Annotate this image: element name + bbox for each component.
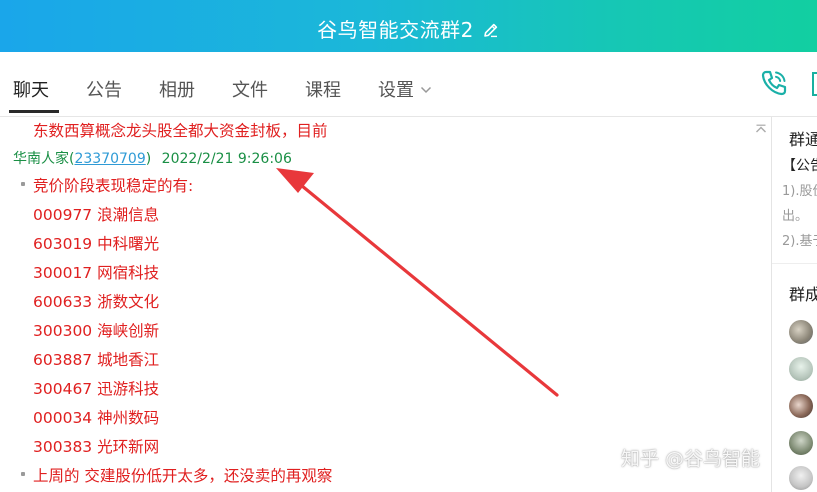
tab-album[interactable]: 相册 — [159, 76, 195, 102]
chat-message-area: 东数西算概念龙头股全都大资金封板，目前 华南人家(23370709) 2022/… — [0, 117, 770, 492]
tab-settings[interactable]: 设置 — [378, 76, 432, 102]
message-text: 东数西算概念龙头股全都大资金封板，目前 — [33, 122, 328, 140]
stock-line: 000977 浪潮信息 — [33, 206, 160, 224]
member-avatar[interactable] — [789, 357, 813, 381]
tab-courses[interactable]: 课程 — [305, 76, 341, 102]
member-avatar[interactable] — [789, 320, 813, 344]
message-timestamp: 2022/2/21 9:26:06 — [161, 151, 292, 167]
bullet-icon — [21, 182, 25, 186]
stock-line: 300467 迅游科技 — [33, 380, 160, 398]
bullet-icon — [21, 472, 25, 476]
message-header: 华南人家(23370709) 2022/2/21 9:26:06 — [13, 148, 292, 168]
group-name: 谷鸟智能交流群2 — [317, 18, 474, 42]
members-heading[interactable]: 群成 — [789, 281, 817, 305]
stock-line: 300383 光环新网 — [33, 438, 160, 456]
window-title: 谷鸟智能交流群2 — [0, 14, 817, 44]
member-avatar[interactable] — [789, 431, 813, 455]
stock-line: 300300 海峡创新 — [33, 322, 160, 340]
tab-announcement[interactable]: 公告 — [86, 76, 122, 102]
tab-files[interactable]: 文件 — [232, 76, 268, 102]
group-info-panel: 群通 【公告 1).股价 出。 2).基于 群成 — [772, 117, 817, 492]
member-avatar[interactable] — [789, 466, 813, 490]
notice-line: 1).股价 — [782, 184, 817, 199]
title-bar: 谷鸟智能交流群2 — [0, 0, 817, 52]
stock-line: 600633 浙数文化 — [33, 293, 160, 311]
watermark: 知乎 @谷鸟智能 — [621, 448, 761, 470]
notice-line: 2).基于 — [782, 234, 817, 249]
active-tab-indicator — [9, 110, 59, 113]
phone-icon[interactable] — [759, 68, 789, 102]
sidebar-toggle-icon[interactable] — [812, 72, 817, 96]
sender-id-link[interactable]: 23370709 — [74, 151, 145, 167]
stock-line: 603019 中科曙光 — [33, 235, 160, 253]
sender-id-close: ) — [145, 151, 152, 167]
sender-name: 华南人家( — [13, 151, 75, 167]
message-intro: 竞价阶段表现稳定的有: — [33, 177, 194, 195]
collapse-icon[interactable] — [755, 119, 767, 138]
panel-section-divider — [772, 263, 817, 264]
notice-label: 【公告 — [782, 158, 817, 174]
notice-heading[interactable]: 群通 — [789, 126, 817, 150]
member-avatar[interactable] — [789, 394, 813, 418]
stock-line: 300017 网宿科技 — [33, 264, 160, 282]
edit-icon[interactable] — [482, 20, 500, 44]
tab-settings-label: 设置 — [378, 80, 414, 101]
stock-line: 000034 神州数码 — [33, 409, 160, 427]
message-closing: 上周的 交建股份低开太多，还没卖的再观察 — [33, 467, 333, 485]
chevron-down-icon — [420, 78, 432, 99]
tab-chat[interactable]: 聊天 — [13, 76, 49, 102]
tab-bar: 聊天 公告 相册 文件 课程 设置 — [0, 52, 817, 116]
notice-line: 出。 — [782, 209, 809, 224]
stock-line: 603887 城地香江 — [33, 351, 160, 369]
